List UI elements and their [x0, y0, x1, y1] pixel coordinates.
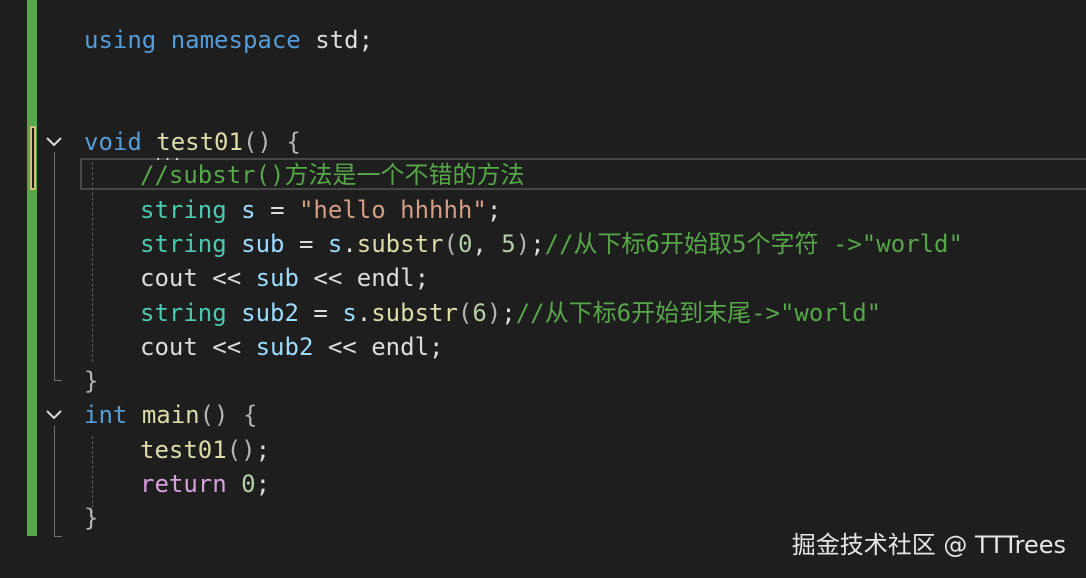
semicolon: ;	[414, 264, 430, 292]
object-s: s	[342, 299, 357, 327]
semicolon: ;	[486, 196, 502, 224]
code-line-return[interactable]: return 0;	[140, 467, 270, 501]
fold-test01-chevron-down-icon[interactable]	[44, 132, 64, 152]
close-brace: }	[84, 367, 99, 395]
semicolon: ;	[358, 26, 374, 54]
code-line-using[interactable]: using namespace std;	[84, 23, 373, 57]
fold-end-test01	[54, 380, 62, 381]
fold-guide-test01	[54, 152, 55, 380]
edit-marker	[30, 126, 36, 190]
stream-op: <<	[327, 333, 357, 361]
dot: .	[356, 299, 372, 327]
open-paren: (	[443, 230, 458, 258]
assign-op: =	[313, 299, 328, 327]
code-line-comment[interactable]: //substr()方法是一个不错的方法	[140, 158, 525, 192]
code-line-main-decl[interactable]: int main() {	[84, 398, 257, 432]
type-string: string	[140, 299, 227, 327]
variable-sub: sub	[255, 264, 299, 292]
variable-s: s	[241, 196, 256, 224]
keyword-return: return	[140, 470, 227, 498]
object-s: s	[327, 230, 343, 258]
parens: ()	[199, 401, 229, 429]
close-paren: )	[515, 230, 531, 258]
semicolon: ;	[429, 333, 444, 361]
fold-end-main	[54, 536, 62, 537]
type-string: string	[140, 230, 227, 258]
code-line-cout-sub2[interactable]: cout << sub2 << endl;	[140, 330, 443, 364]
open-brace: {	[286, 128, 301, 156]
code-line-close-main[interactable]: }	[84, 501, 98, 535]
identifier-cout: cout	[140, 333, 198, 361]
method-substr: substr	[356, 230, 444, 258]
variable-sub: sub	[241, 230, 285, 258]
stream-op: <<	[212, 264, 242, 292]
stream-op: <<	[313, 264, 343, 292]
code-line-call-test01[interactable]: test01();	[140, 433, 270, 467]
code-line-cout-sub[interactable]: cout << sub << endl;	[140, 261, 429, 295]
watermark: 掘金技术社区 @ TTTrees	[791, 531, 1066, 559]
semicolon: ;	[255, 436, 271, 464]
keyword-void: void	[84, 128, 142, 156]
comma: ,	[472, 230, 487, 258]
identifier-endl: endl	[371, 333, 430, 361]
method-substr: substr	[371, 299, 458, 327]
variable-sub2: sub2	[241, 299, 299, 327]
inline-comment: //从下标6开始取5个字符 ->"world"	[544, 230, 963, 258]
identifier-cout: cout	[140, 264, 198, 292]
identifier-endl: endl	[356, 264, 415, 292]
semicolon: ;	[255, 470, 271, 498]
function-name-main: main	[141, 401, 200, 429]
fold-main-chevron-down-icon[interactable]	[44, 405, 64, 425]
number-arg2: 5	[501, 230, 516, 258]
indent-guide-test01	[92, 162, 93, 362]
keyword-using: using	[84, 26, 157, 54]
number-zero: 0	[241, 470, 256, 498]
comment-text: //substr()方法是一个不错的方法	[140, 161, 525, 189]
namespace-std: std	[315, 26, 359, 54]
dot: .	[342, 230, 357, 258]
number-arg1: 0	[457, 230, 473, 258]
code-editor[interactable]: using namespace std; void test01() { ...…	[0, 0, 1086, 578]
semicolon: ;	[530, 230, 545, 258]
keyword-namespace: namespace	[170, 26, 301, 54]
code-line-string-sub2[interactable]: string sub2 = s.substr(6);//从下标6开始到末尾->"…	[140, 296, 881, 330]
inline-comment: //从下标6开始到末尾->"world"	[515, 299, 882, 327]
stream-op: <<	[212, 333, 242, 361]
code-line-close-test01[interactable]: }	[84, 364, 98, 398]
parens: ()	[226, 436, 256, 464]
code-line-string-s[interactable]: string s = "hello hhhhh";	[140, 193, 501, 227]
keyword-int: int	[84, 401, 128, 429]
code-line-test01-decl[interactable]: void test01() {	[84, 125, 301, 159]
semicolon: ;	[501, 299, 516, 327]
assign-op: =	[270, 196, 285, 224]
variable-sub2: sub2	[255, 333, 314, 361]
open-paren: (	[457, 299, 473, 327]
code-line-string-sub[interactable]: string sub = s.substr(0, 5);//从下标6开始取5个字…	[140, 227, 963, 261]
open-brace: {	[242, 401, 258, 429]
fold-guide-main	[54, 426, 55, 536]
string-literal: "hello hhhhh"	[298, 196, 487, 224]
change-tracking-bar	[27, 0, 37, 536]
function-call-test01: test01	[140, 436, 227, 464]
parens: ()	[242, 128, 272, 156]
assign-op: =	[298, 230, 314, 258]
close-paren: )	[486, 299, 502, 327]
number-arg1: 6	[472, 299, 487, 327]
close-brace: }	[84, 504, 99, 532]
type-string: string	[140, 196, 227, 224]
